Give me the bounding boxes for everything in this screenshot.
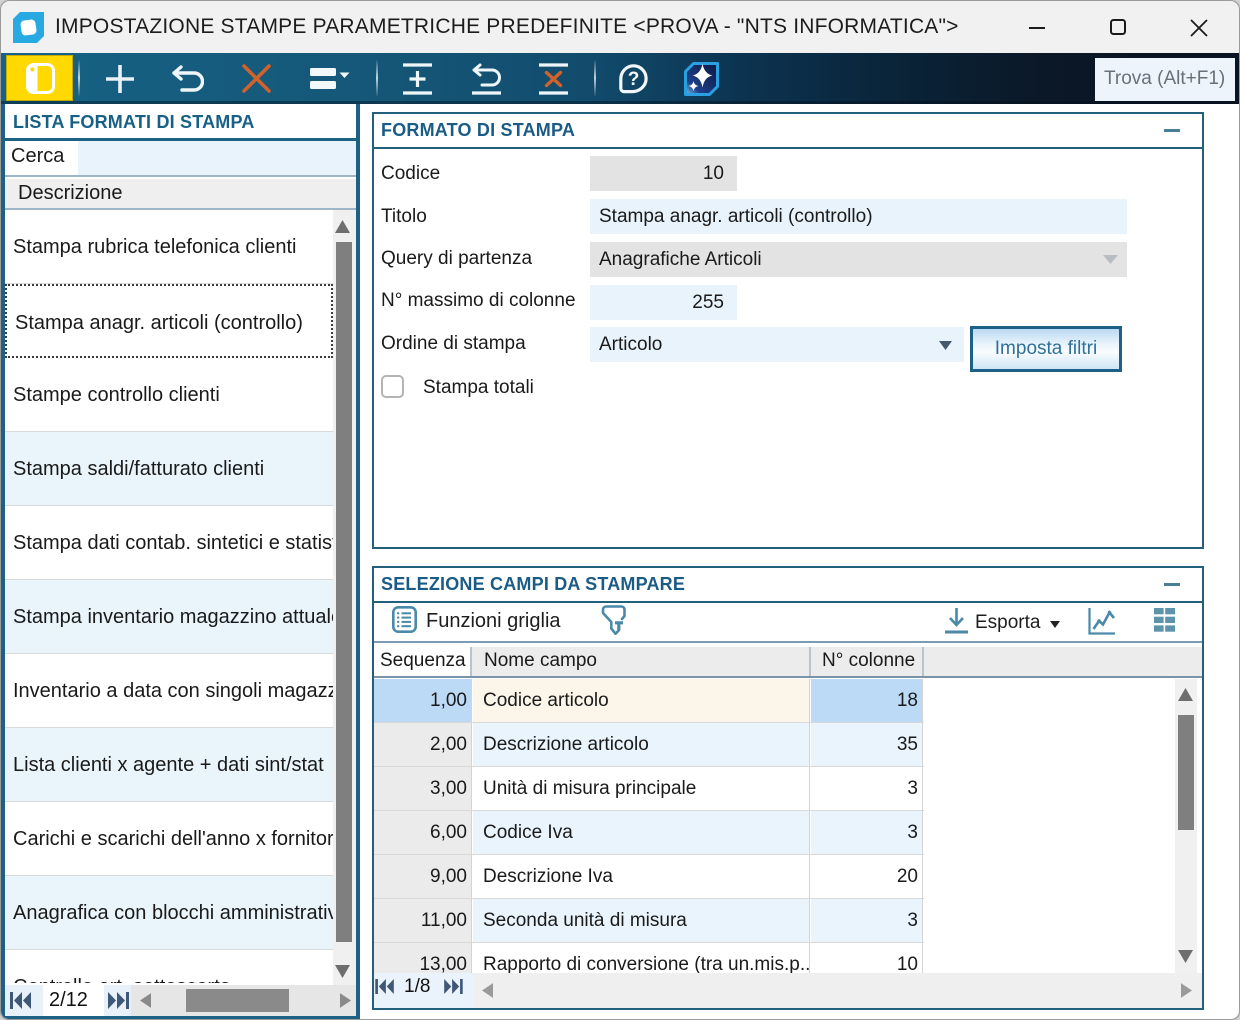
svg-text:?: ? bbox=[628, 69, 640, 90]
